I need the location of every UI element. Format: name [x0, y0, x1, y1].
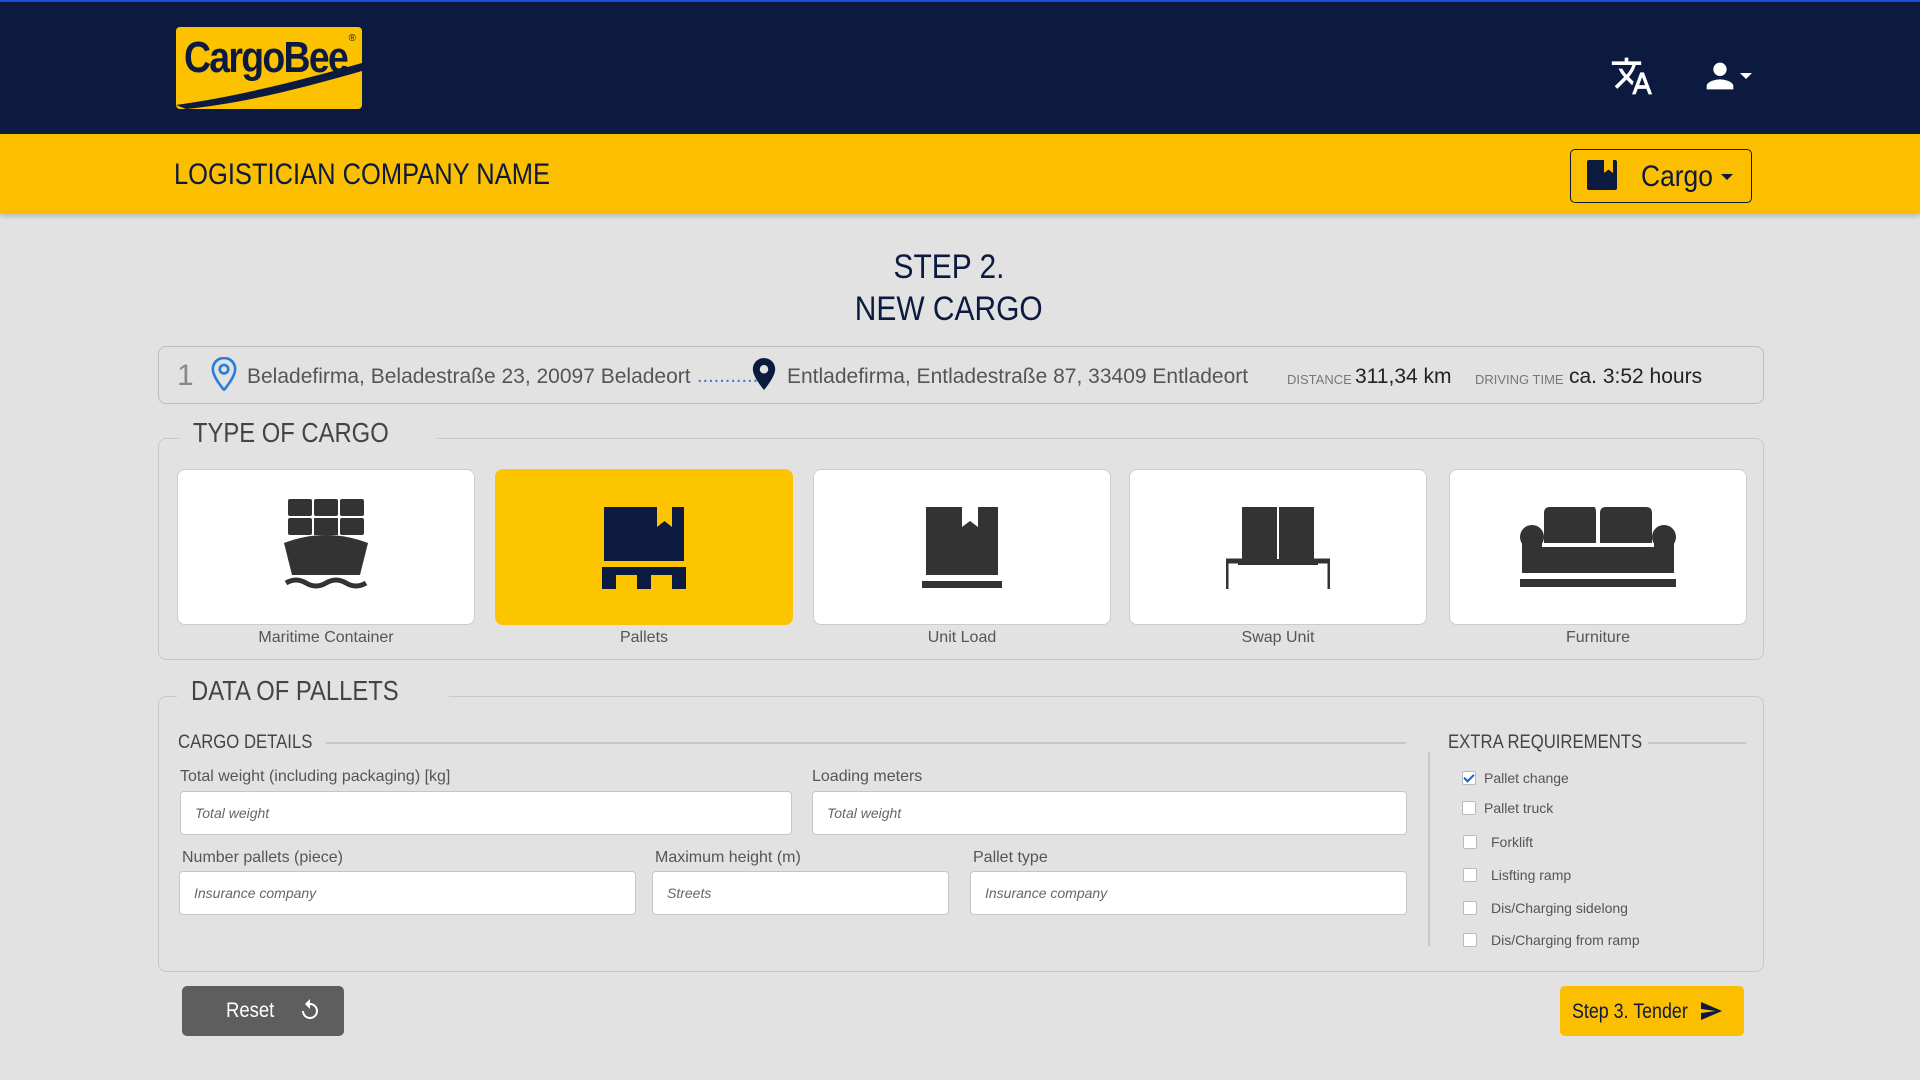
logo-registered-mark: ® [348, 33, 356, 44]
loading-meters-input[interactable] [812, 791, 1407, 835]
total-weight-label: Total weight (including packaging) [kg] [180, 768, 451, 785]
pickup-address: Beladefirma, Beladestraße 23, 20097 Bela… [247, 365, 691, 388]
swap-unit-icon [1226, 507, 1330, 589]
checkbox-label: Forklift [1491, 834, 1533, 850]
type-of-cargo-heading: TYPE OF CARGO [179, 417, 438, 449]
extra-lifting-ramp-checkbox[interactable]: Lisfting ramp [1462, 867, 1571, 883]
cargo-type-furniture[interactable] [1449, 469, 1747, 625]
cargo-dropdown-label: Cargo [1641, 160, 1713, 193]
cargo-type-label: Maritime Container [258, 629, 394, 646]
max-height-label: Maximum height (m) [655, 849, 801, 866]
checkbox[interactable] [1462, 801, 1476, 815]
route-number: 1 [177, 359, 194, 392]
page-title: NEW CARGO [855, 290, 1043, 328]
divider [1648, 742, 1746, 744]
extra-pallet-truck-checkbox[interactable]: Pallet truck [1462, 800, 1553, 816]
user-icon [1706, 62, 1734, 90]
max-height-input[interactable] [652, 871, 949, 915]
cargo-type-pallets[interactable] [495, 469, 793, 625]
cargobee-logo[interactable]: CargoBee ® [176, 27, 362, 109]
distance-value: 311,34 km [1355, 365, 1452, 388]
checkbox[interactable] [1463, 835, 1477, 849]
cargo-type-maritime-container[interactable] [177, 469, 475, 625]
divider [326, 742, 1406, 744]
checkbox[interactable] [1463, 901, 1477, 915]
chevron-down-icon [1740, 73, 1752, 79]
reset-icon [302, 999, 318, 1019]
pickup-pin-icon [211, 357, 237, 391]
delivery-address: Entladefirma, Entladestraße 87, 33409 En… [787, 365, 1249, 388]
user-menu[interactable] [1700, 56, 1756, 96]
total-weight-input[interactable] [180, 791, 792, 835]
top-navbar: CargoBee ® [0, 0, 1920, 134]
pallet-type-input[interactable] [970, 871, 1407, 915]
extra-forklift-checkbox[interactable]: Forklift [1462, 834, 1533, 850]
cargo-type-label: Pallets [619, 629, 669, 646]
cargo-type-label: Furniture [1565, 629, 1631, 646]
checkbox[interactable] [1463, 933, 1477, 947]
company-name: LOGISTICIAN COMPANY NAME [174, 158, 550, 191]
box-icon [922, 507, 1002, 588]
company-bar: LOGISTICIAN COMPANY NAME Cargo [0, 134, 1920, 214]
driving-time-label: DRIVING TIME [1475, 372, 1564, 387]
checkbox-label: Pallet change [1484, 770, 1569, 786]
checkbox-label: Dis/Charging from ramp [1491, 932, 1640, 948]
caret-down-icon [1721, 174, 1733, 180]
step-number-title: STEP 2. [893, 248, 1005, 286]
cargo-type-unit-load[interactable] [813, 469, 1111, 625]
extra-charging-from-ramp-checkbox[interactable]: Dis/Charging from ramp [1462, 932, 1640, 948]
cargo-type-label: Swap Unit [1241, 629, 1315, 646]
bookmark-icon [1587, 160, 1617, 190]
checkbox-label: Pallet truck [1484, 800, 1554, 816]
number-pallets-input[interactable] [179, 871, 636, 915]
distance-label: DISTANCE [1287, 372, 1352, 387]
checkbox-label: Lisfting ramp [1491, 867, 1572, 883]
cargo-details-heading: CARGO DETAILS [178, 732, 313, 753]
translate-icon[interactable] [1610, 54, 1654, 98]
delivery-pin-icon [752, 358, 776, 390]
pallet-type-label: Pallet type [973, 849, 1048, 866]
route-summary: 1 Beladefirma, Beladestraße 23, 20097 Be… [158, 346, 1764, 404]
checkbox[interactable] [1463, 868, 1477, 882]
send-icon [1701, 1002, 1722, 1020]
checkbox-checked[interactable] [1462, 771, 1476, 785]
extra-requirements-heading: EXTRA REQUIREMENTS [1448, 732, 1643, 753]
logo-text: CargoBee [184, 33, 349, 82]
cargo-type-label: Unit Load [927, 629, 997, 646]
number-pallets-label: Number pallets (piece) [182, 849, 343, 866]
checkbox-label: Dis/Charging sidelong [1491, 900, 1628, 916]
route-connector: ........... [697, 365, 759, 387]
step3-tender-label: Step 3. Tender [1572, 1000, 1688, 1023]
extra-pallet-change-checkbox[interactable]: Pallet change [1462, 770, 1569, 786]
sofa-icon [1520, 507, 1676, 587]
type-of-cargo-section: TYPE OF CARGO Maritime Container Pallets [158, 417, 1764, 660]
loading-meters-label: Loading meters [812, 768, 923, 785]
cargo-dropdown[interactable]: Cargo [1570, 149, 1752, 203]
reset-button[interactable]: Reset [182, 986, 344, 1036]
cargo-type-swap-unit[interactable] [1129, 469, 1427, 625]
pallet-icon [602, 507, 686, 589]
driving-time-value: ca. 3:52 hours [1569, 365, 1703, 388]
ship-icon [284, 499, 368, 589]
reset-button-label: Reset [226, 999, 275, 1022]
step3-tender-button[interactable]: Step 3. Tender [1560, 986, 1744, 1036]
divider [1428, 752, 1430, 946]
data-of-pallets-heading: DATA OF PALLETS [177, 675, 450, 707]
extra-charging-sidelong-checkbox[interactable]: Dis/Charging sidelong [1462, 900, 1628, 916]
